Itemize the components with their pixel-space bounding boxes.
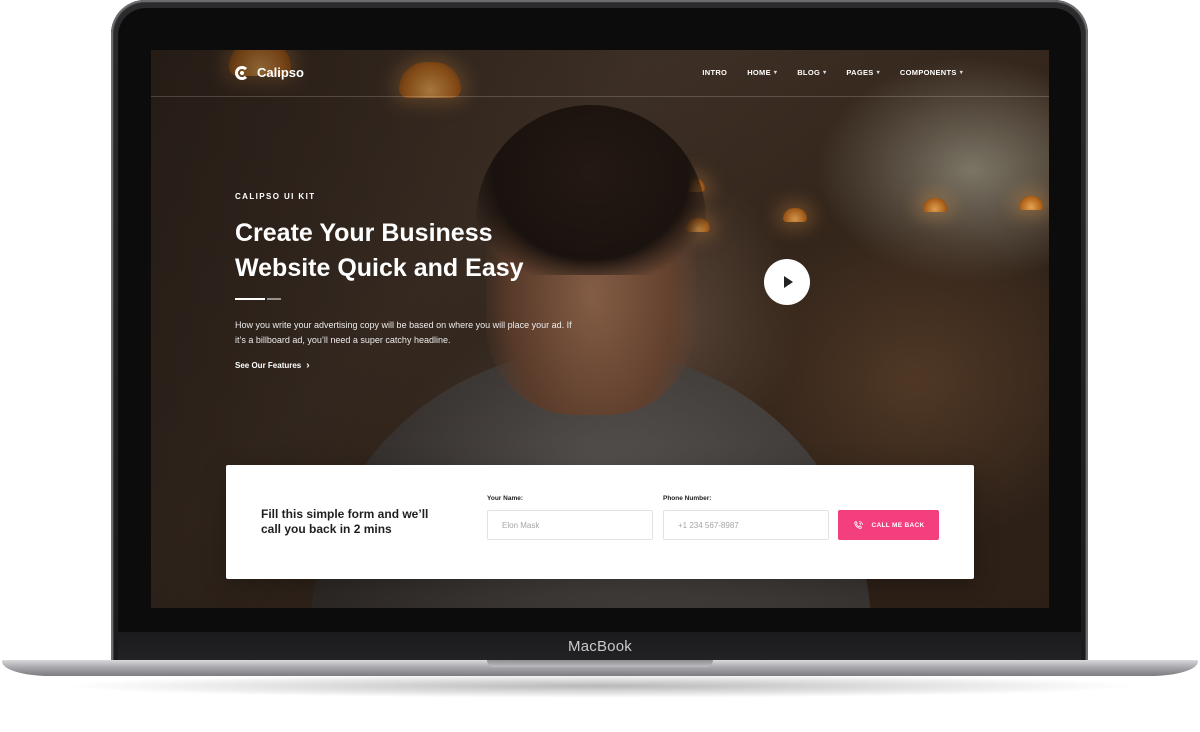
phone-input[interactable] xyxy=(663,510,829,540)
chevron-down-icon: ▾ xyxy=(876,70,880,76)
see-features-link[interactable]: See Our Features › xyxy=(235,360,310,371)
chevron-down-icon: ▾ xyxy=(773,70,778,76)
call-me-back-button[interactable]: CALL ME BACK xyxy=(838,510,939,540)
form-heading-line: call you back in 2 mins xyxy=(261,522,392,536)
name-field-label: Your Name: xyxy=(487,495,523,502)
chevron-down-icon: ▾ xyxy=(823,70,827,76)
nav-item-pages[interactable]: PAGES ▾ xyxy=(846,68,880,77)
laptop-notch xyxy=(487,660,713,667)
nav-item-label: PAGES xyxy=(846,68,874,77)
nav-item-blog[interactable]: BLOG ▾ xyxy=(797,68,826,77)
calipso-logo-icon xyxy=(235,65,249,80)
hero-title-line: Create Your Business xyxy=(235,219,493,247)
form-heading-line: Fill this simple form and we’ll xyxy=(261,507,429,521)
nav-item-label: HOME xyxy=(747,68,771,77)
nav-item-components[interactable]: COMPONENTS ▾ xyxy=(900,68,963,77)
hero-title: Create Your Business Website Quick and E… xyxy=(235,216,595,286)
hero-description: How you write your advertising copy will… xyxy=(235,318,595,348)
hero-description-line: it’s a billboard ad, you’ll need a super… xyxy=(235,335,451,345)
phone-field-label: Phone Number: xyxy=(663,495,712,502)
chevron-right-icon: › xyxy=(306,360,310,371)
nav-item-label: BLOG xyxy=(797,68,821,77)
top-navbar: Calipso INTRO HOME ▾ BLOG ▾ PAGES ▾ COMP… xyxy=(151,50,1049,97)
nav-item-home[interactable]: HOME ▾ xyxy=(747,68,777,77)
nav-menu: INTRO HOME ▾ BLOG ▾ PAGES ▾ COMPONENTS ▾ xyxy=(702,68,963,77)
phone-icon xyxy=(853,520,863,529)
play-video-button[interactable] xyxy=(764,259,810,305)
chevron-down-icon: ▾ xyxy=(959,70,963,76)
logo-text: Calipso xyxy=(257,65,304,80)
nav-item-label: COMPONENTS xyxy=(899,68,957,77)
hero-title-line: Website Quick and Easy xyxy=(235,254,524,282)
callback-form-card: Fill this simple form and we’ll call you… xyxy=(226,465,974,579)
site-logo[interactable]: Calipso xyxy=(235,65,304,80)
device-brand-label: MacBook xyxy=(568,638,632,655)
nav-item-label: INTRO xyxy=(702,68,728,77)
hero-description-line: How you write your advertising copy will… xyxy=(235,320,572,330)
website-screen: Calipso INTRO HOME ▾ BLOG ▾ PAGES ▾ COMP… xyxy=(151,50,1049,608)
hero-eyebrow: CALIPSO UI KIT xyxy=(235,192,316,201)
callback-form-heading: Fill this simple form and we’ll call you… xyxy=(261,507,461,537)
nav-item-intro[interactable]: INTRO xyxy=(702,68,727,77)
name-input[interactable] xyxy=(487,510,653,540)
call-me-back-label: CALL ME BACK xyxy=(871,521,925,529)
see-features-label: See Our Features xyxy=(235,361,302,370)
play-icon xyxy=(784,276,793,288)
hero-divider xyxy=(235,298,265,300)
laptop-shadow xyxy=(60,674,1140,698)
hero-divider-accent xyxy=(267,298,281,300)
